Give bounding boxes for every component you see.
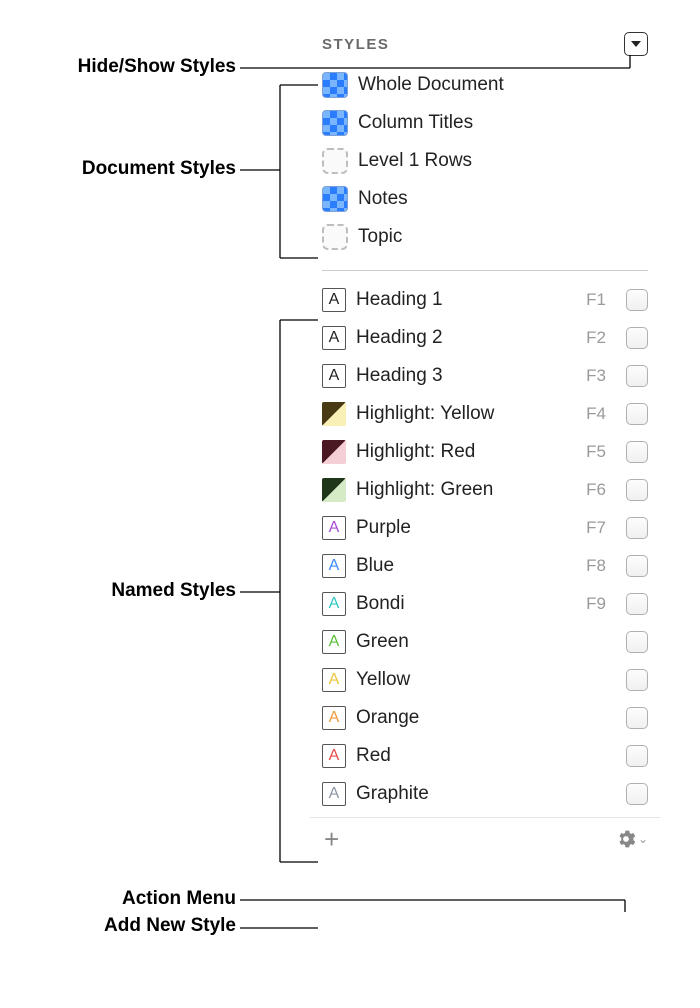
style-apply-checkbox[interactable] xyxy=(626,517,648,539)
highlight-icon xyxy=(322,402,346,426)
named-style-row[interactable]: Highlight: Green F6 xyxy=(310,471,660,509)
checker-icon xyxy=(322,110,348,136)
chevron-down-icon: ⌄ xyxy=(638,832,648,846)
panel-footer: + ⌄ xyxy=(310,817,660,859)
shortcut-key: F4 xyxy=(586,404,606,424)
style-apply-checkbox[interactable] xyxy=(626,555,648,577)
style-label: Notes xyxy=(358,188,648,210)
chevron-down-icon xyxy=(630,39,642,49)
style-row-level-1-rows[interactable]: Level 1 Rows xyxy=(310,142,660,180)
letter-a-icon: A xyxy=(322,668,346,692)
annotation-document-styles: Document Styles xyxy=(36,158,236,180)
named-styles-section: A Heading 1 F1 A Heading 2 F2 A Heading 3 F3 High… xyxy=(310,281,660,813)
letter-a-icon: A xyxy=(322,554,346,578)
letter-a-icon: A xyxy=(322,326,346,350)
letter-a-icon: A xyxy=(322,630,346,654)
dashed-icon xyxy=(322,148,348,174)
named-style-row[interactable]: A Red xyxy=(310,737,660,775)
named-style-row[interactable]: A Heading 1 F1 xyxy=(310,281,660,319)
named-style-label: Purple xyxy=(356,517,576,539)
style-label: Topic xyxy=(358,226,648,248)
style-row-whole-document[interactable]: Whole Document xyxy=(310,66,660,104)
gear-icon xyxy=(616,829,636,849)
named-style-row[interactable]: Highlight: Red F5 xyxy=(310,433,660,471)
checker-icon xyxy=(322,72,348,98)
letter-a-icon: A xyxy=(322,706,346,730)
style-label: Column Titles xyxy=(358,112,648,134)
named-style-row[interactable]: A Purple F7 xyxy=(310,509,660,547)
named-style-label: Green xyxy=(356,631,616,653)
style-apply-checkbox[interactable] xyxy=(626,327,648,349)
annotation-named-styles: Named Styles xyxy=(36,580,236,602)
letter-a-icon: A xyxy=(322,782,346,806)
named-style-label: Heading 1 xyxy=(356,289,576,311)
style-apply-checkbox[interactable] xyxy=(626,745,648,767)
named-style-label: Red xyxy=(356,745,616,767)
checker-icon xyxy=(322,186,348,212)
shortcut-key: F5 xyxy=(586,442,606,462)
highlight-icon xyxy=(322,478,346,502)
letter-a-icon: A xyxy=(322,516,346,540)
named-style-label: Heading 3 xyxy=(356,365,576,387)
document-styles-section: Whole Document Column Titles Level 1 Row… xyxy=(310,64,660,260)
style-apply-checkbox[interactable] xyxy=(626,631,648,653)
style-apply-checkbox[interactable] xyxy=(626,441,648,463)
letter-a-icon: A xyxy=(322,592,346,616)
shortcut-key: F1 xyxy=(586,290,606,310)
style-apply-checkbox[interactable] xyxy=(626,403,648,425)
named-style-row[interactable]: A Orange xyxy=(310,699,660,737)
style-apply-checkbox[interactable] xyxy=(626,289,648,311)
style-apply-checkbox[interactable] xyxy=(626,707,648,729)
named-style-row[interactable]: Highlight: Yellow F4 xyxy=(310,395,660,433)
annotation-hide-show: Hide/Show Styles xyxy=(36,56,236,78)
named-style-label: Highlight: Yellow xyxy=(356,403,576,425)
named-style-row[interactable]: A Heading 3 F3 xyxy=(310,357,660,395)
named-style-label: Bondi xyxy=(356,593,576,615)
shortcut-key: F6 xyxy=(586,480,606,500)
annotation-action-menu: Action Menu xyxy=(36,888,236,910)
named-style-row[interactable]: A Green xyxy=(310,623,660,661)
style-row-column-titles[interactable]: Column Titles xyxy=(310,104,660,142)
named-style-label: Yellow xyxy=(356,669,616,691)
letter-a-icon: A xyxy=(322,744,346,768)
letter-a-icon: A xyxy=(322,288,346,312)
shortcut-key: F8 xyxy=(586,556,606,576)
style-apply-checkbox[interactable] xyxy=(626,479,648,501)
style-row-notes[interactable]: Notes xyxy=(310,180,660,218)
shortcut-key: F7 xyxy=(586,518,606,538)
hide-show-styles-button[interactable] xyxy=(624,32,648,56)
named-style-label: Heading 2 xyxy=(356,327,576,349)
style-apply-checkbox[interactable] xyxy=(626,365,648,387)
divider xyxy=(322,270,648,271)
style-apply-checkbox[interactable] xyxy=(626,593,648,615)
style-label: Level 1 Rows xyxy=(358,150,648,172)
named-style-label: Highlight: Red xyxy=(356,441,576,463)
styles-header: STYLES xyxy=(310,24,660,64)
named-style-label: Blue xyxy=(356,555,576,577)
styles-panel: STYLES Whole Document Column Titles Leve… xyxy=(310,24,660,859)
shortcut-key: F3 xyxy=(586,366,606,386)
style-apply-checkbox[interactable] xyxy=(626,669,648,691)
shortcut-key: F2 xyxy=(586,328,606,348)
named-style-row[interactable]: A Bondi F9 xyxy=(310,585,660,623)
style-row-topic[interactable]: Topic xyxy=(310,218,660,256)
highlight-icon xyxy=(322,440,346,464)
style-apply-checkbox[interactable] xyxy=(626,783,648,805)
named-style-label: Orange xyxy=(356,707,616,729)
dashed-icon xyxy=(322,224,348,250)
styles-title: STYLES xyxy=(322,36,389,53)
named-style-row[interactable]: A Yellow xyxy=(310,661,660,699)
named-style-label: Highlight: Green xyxy=(356,479,576,501)
named-style-row[interactable]: A Heading 2 F2 xyxy=(310,319,660,357)
style-label: Whole Document xyxy=(358,74,648,96)
add-new-style-button[interactable]: + xyxy=(324,826,339,852)
named-style-row[interactable]: A Graphite xyxy=(310,775,660,813)
shortcut-key: F9 xyxy=(586,594,606,614)
named-style-row[interactable]: A Blue F8 xyxy=(310,547,660,585)
named-style-label: Graphite xyxy=(356,783,616,805)
action-menu-button[interactable]: ⌄ xyxy=(616,829,648,849)
annotation-add-new-style: Add New Style xyxy=(36,915,236,937)
letter-a-icon: A xyxy=(322,364,346,388)
